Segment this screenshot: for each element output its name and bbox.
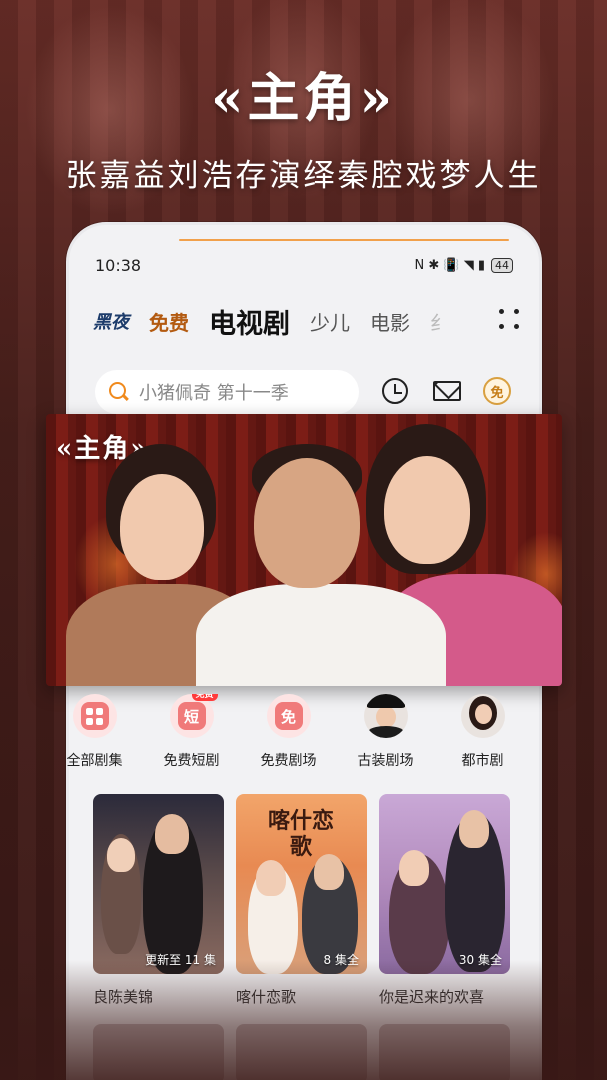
free-badge: 免费 bbox=[191, 694, 218, 701]
hero-banner[interactable]: «主角» bbox=[46, 414, 562, 686]
tab-heiye[interactable]: 黑夜 bbox=[93, 308, 129, 334]
category-all-series[interactable]: 全部剧集 bbox=[46, 694, 143, 778]
episode-count: 30 集全 bbox=[458, 953, 502, 967]
urban-avatar-icon bbox=[460, 694, 505, 738]
category-label: 全部剧集 bbox=[66, 753, 123, 769]
history-icon[interactable] bbox=[379, 375, 411, 407]
poster-image: 30 集全 bbox=[379, 794, 510, 974]
drama-card[interactable]: 更新至 11 集 良陈美锦 bbox=[93, 794, 224, 1007]
search-placeholder: 小猪佩奇 第十一季 bbox=[139, 383, 289, 404]
card-title: 良陈美锦 bbox=[93, 988, 154, 1006]
free-theater-icon: 免 bbox=[266, 694, 311, 738]
drama-card-row: 更新至 11 集 良陈美锦 喀什恋歌 8 集全 喀什恋歌 30 集全 你是迟来的… bbox=[93, 794, 523, 1007]
category-urban[interactable]: 都市剧 bbox=[434, 694, 531, 778]
card-title: 你是迟来的欢喜 bbox=[379, 988, 485, 1006]
next-row-preview bbox=[93, 1024, 510, 1080]
progress-line bbox=[179, 239, 509, 241]
tab-free[interactable]: 免费 bbox=[149, 307, 189, 336]
category-label: 免费短剧 bbox=[163, 753, 220, 769]
status-time: 10:38 bbox=[95, 255, 142, 275]
card-title: 喀什恋歌 bbox=[236, 988, 297, 1006]
free-badge-icon[interactable]: 免 bbox=[481, 375, 513, 407]
promo-headline: «主角» bbox=[210, 68, 396, 129]
status-icons: N ✱ 📳 ◥ ▮ 44 bbox=[414, 257, 513, 273]
category-free-theater[interactable]: 免 免费剧场 bbox=[240, 694, 337, 778]
category-row: 全部剧集 免费 短 免费短剧 免 免费剧场 古装剧场 都市剧 bbox=[46, 694, 566, 778]
search-bar[interactable]: 小猪佩奇 第十一季 bbox=[95, 370, 359, 414]
search-icon bbox=[109, 382, 129, 402]
poster-title: 喀什恋歌 bbox=[267, 808, 334, 860]
costume-avatar-icon bbox=[363, 694, 408, 738]
drama-card[interactable]: 30 集全 你是迟来的欢喜 bbox=[379, 794, 510, 1007]
battery-icon: 44 bbox=[491, 257, 513, 273]
promo-subheadline: 张嘉益刘浩存演绎秦腔戏梦人生 bbox=[65, 158, 542, 194]
category-label: 免费剧场 bbox=[260, 753, 317, 769]
status-bar: 10:38 N ✱ 📳 ◥ ▮ 44 bbox=[95, 253, 513, 277]
episode-count: 8 集全 bbox=[323, 953, 359, 967]
banner-actor-center bbox=[196, 444, 446, 686]
tab-kids[interactable]: 少儿 bbox=[310, 307, 350, 336]
channel-tabs: 黑夜 免费 电视剧 少儿 电影 纟 bbox=[93, 299, 519, 343]
poster-image: 喀什恋歌 8 集全 bbox=[236, 794, 367, 974]
grid-icon bbox=[72, 694, 117, 738]
category-label: 都市剧 bbox=[461, 753, 504, 769]
tab-movies[interactable]: 电影 bbox=[370, 307, 410, 336]
category-free-short[interactable]: 免费 短 免费短剧 bbox=[143, 694, 240, 778]
more-grid-icon[interactable] bbox=[499, 309, 521, 331]
tab-partial[interactable]: 纟 bbox=[430, 307, 444, 336]
episode-count: 更新至 11 集 bbox=[145, 953, 216, 967]
mail-icon[interactable] bbox=[431, 375, 463, 407]
category-costume[interactable]: 古装剧场 bbox=[337, 694, 434, 778]
poster-image: 更新至 11 集 bbox=[93, 794, 224, 974]
drama-card[interactable]: 喀什恋歌 8 集全 喀什恋歌 bbox=[236, 794, 367, 1007]
category-label: 古装剧场 bbox=[357, 753, 414, 769]
tab-tv-series[interactable]: 电视剧 bbox=[209, 302, 290, 341]
short-drama-icon: 免费 短 bbox=[169, 694, 218, 738]
status-indicator-icons: N ✱ 📳 ◥ ▮ bbox=[414, 257, 485, 273]
